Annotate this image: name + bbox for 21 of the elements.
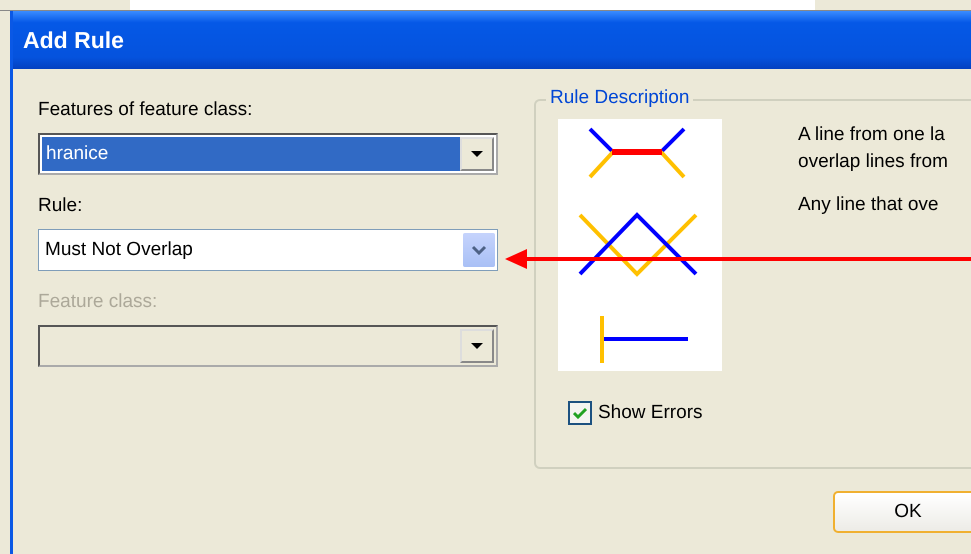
checkbox[interactable] [568, 401, 592, 425]
dropdown-field[interactable]: hranice [38, 133, 498, 175]
dropdown-value: hranice [42, 137, 460, 171]
checkbox-label: Show Errors [598, 402, 703, 424]
dropdown-value: Must Not Overlap [44, 238, 194, 262]
dropdown-field[interactable]: Must Not Overlap [38, 229, 498, 271]
ok-button[interactable]: OK [833, 491, 971, 533]
description-text: Any line that ove [798, 193, 940, 217]
field-label: Features of feature class: [38, 99, 254, 121]
group-title: Rule Description [546, 87, 694, 109]
chevron-down-icon [470, 244, 488, 256]
field-label: Rule: [38, 195, 84, 217]
dropdown-arrow-button[interactable] [460, 329, 494, 363]
triangle-down-icon [470, 342, 484, 350]
triangle-down-icon [470, 150, 484, 158]
checkmark-icon [573, 407, 587, 419]
dropdown-arrow-button[interactable] [460, 137, 494, 171]
field-label: Feature class: [38, 291, 158, 313]
dropdown-field[interactable] [38, 325, 498, 367]
window-title: Add Rule [23, 26, 124, 54]
description-text: A line from one la overlap lines from [798, 123, 948, 174]
